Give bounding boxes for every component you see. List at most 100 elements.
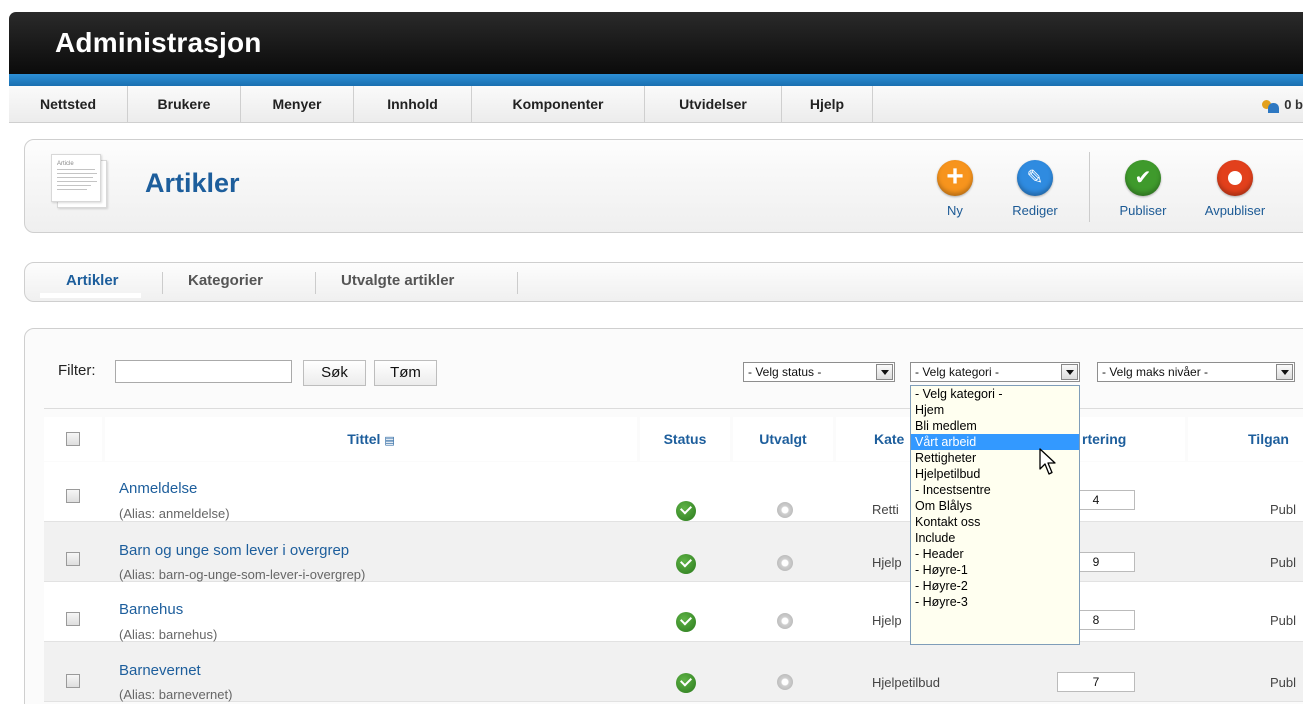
filter-label: Filter:	[58, 362, 96, 379]
tab-divider	[315, 272, 316, 294]
new-button[interactable]: + Ny	[915, 152, 995, 222]
article-access: Publ	[1270, 502, 1297, 517]
tab-artikler[interactable]: Artikler	[40, 272, 140, 298]
column-header-title[interactable]: Tittel ▤	[105, 417, 637, 461]
tab-divider	[517, 272, 518, 294]
filter-divider	[44, 408, 1303, 409]
submenu-tabs: Artikler Kategorier Utvalgte artikler	[24, 262, 1303, 302]
article-category: Hjelp	[872, 555, 902, 570]
column-header-status[interactable]: Status	[640, 417, 730, 461]
select-all-header	[44, 417, 102, 461]
article-manager-icon: Article	[49, 152, 111, 212]
edit-button-label: Rediger	[1012, 203, 1058, 218]
row-checkbox[interactable]	[66, 489, 80, 503]
not-featured-icon[interactable]	[777, 502, 793, 518]
category-select-value: - Velg kategori -	[915, 365, 1000, 379]
category-option[interactable]: - Høyre-1	[911, 562, 1079, 578]
category-option[interactable]: Include	[911, 530, 1079, 546]
column-header-access[interactable]: Tilgan	[1188, 417, 1303, 461]
menu-item-menyer[interactable]: Menyer	[241, 86, 354, 123]
column-header-featured[interactable]: Utvalgt	[733, 417, 833, 461]
menu-item-brukere[interactable]: Brukere	[128, 86, 241, 123]
article-access: Publ	[1270, 675, 1297, 690]
level-select-value: - Velg maks nivåer -	[1102, 365, 1209, 379]
chevron-down-icon[interactable]	[1061, 364, 1078, 380]
clear-button[interactable]: Tøm	[374, 360, 437, 386]
not-featured-icon[interactable]	[777, 613, 793, 629]
mouse-pointer-icon	[1039, 448, 1056, 475]
status-select[interactable]: - Velg status -	[743, 362, 895, 382]
category-option[interactable]: Kontakt oss	[911, 514, 1079, 530]
page-title: Artikler	[145, 168, 240, 198]
sort-icon: ▤	[384, 435, 395, 447]
admin-title: Administrasjon	[55, 27, 262, 58]
category-option[interactable]: - Høyre-2	[911, 578, 1079, 594]
category-option[interactable]: Hjem	[911, 402, 1079, 418]
search-button[interactable]: Søk	[303, 360, 366, 386]
chevron-down-icon[interactable]	[1276, 364, 1293, 380]
article-title-link[interactable]: Barn og unge som lever i overgrep	[119, 542, 349, 559]
plus-icon: +	[937, 160, 973, 196]
title-header-label: Tittel	[347, 431, 381, 447]
not-featured-icon[interactable]	[777, 674, 793, 690]
not-featured-icon[interactable]	[777, 555, 793, 571]
toolbar-separator	[1089, 152, 1090, 222]
check-icon: ✔	[1125, 160, 1161, 196]
category-option[interactable]: - Velg kategori -	[911, 386, 1079, 402]
new-button-label: Ny	[947, 203, 963, 218]
logged-in-count: 0 b	[1284, 97, 1303, 112]
menu-item-komponenter[interactable]: Komponenter	[472, 86, 645, 123]
users-icon	[1262, 99, 1280, 113]
article-icon-label: Article	[57, 161, 74, 167]
category-option[interactable]: Bli medlem	[911, 418, 1079, 434]
logged-in-users[interactable]: 0 b	[1262, 86, 1303, 123]
article-title-link[interactable]: Barnevernet	[119, 662, 201, 679]
status-select-value: - Velg status -	[748, 365, 822, 379]
menu-item-nettsted[interactable]: Nettsted	[9, 86, 128, 123]
article-title-link[interactable]: Anmeldelse	[119, 480, 197, 497]
tab-utvalgte-artikler[interactable]: Utvalgte artikler	[341, 272, 454, 289]
published-check-icon[interactable]	[676, 554, 696, 574]
unpublish-circle-icon	[1217, 160, 1253, 196]
edit-button[interactable]: ✎ Rediger	[995, 152, 1075, 222]
admin-header: Administrasjon	[9, 12, 1303, 74]
publish-button[interactable]: ✔ Publiser	[1103, 152, 1183, 222]
unpublish-button[interactable]: Avpubliser	[1195, 152, 1275, 222]
published-check-icon[interactable]	[676, 501, 696, 521]
publish-button-label: Publiser	[1119, 203, 1167, 218]
menu-item-innhold[interactable]: Innhold	[354, 86, 472, 123]
article-category: Retti	[872, 502, 899, 517]
article-access: Publ	[1270, 555, 1297, 570]
article-alias: (Alias: barnehus)	[119, 627, 218, 642]
article-category: Hjelp	[872, 613, 902, 628]
menu-item-hjelp[interactable]: Hjelp	[782, 86, 873, 123]
category-select[interactable]: - Velg kategori -	[910, 362, 1080, 382]
category-option[interactable]: - Incestsentre	[911, 482, 1079, 498]
menu-item-utvidelser[interactable]: Utvidelser	[645, 86, 782, 123]
published-check-icon[interactable]	[676, 612, 696, 632]
ordering-input[interactable]: 7	[1057, 672, 1135, 692]
select-all-checkbox[interactable]	[66, 432, 80, 446]
article-access: Publ	[1270, 613, 1297, 628]
row-checkbox[interactable]	[66, 552, 80, 566]
main-menu: Nettsted Brukere Menyer Innhold Komponen…	[9, 86, 1303, 123]
category-option[interactable]: Om Blålys	[911, 498, 1079, 514]
article-alias: (Alias: barn-og-unge-som-lever-i-overgre…	[119, 567, 366, 582]
row-checkbox[interactable]	[66, 674, 80, 688]
article-alias: (Alias: anmeldelse)	[119, 506, 230, 521]
row-checkbox[interactable]	[66, 612, 80, 626]
category-option[interactable]: - Header	[911, 546, 1079, 562]
toolbar-panel: Article Artikler + Ny ✎ Rediger ✔ Publis…	[24, 139, 1303, 233]
pencil-icon: ✎	[1017, 160, 1053, 196]
category-dropdown-list: - Velg kategori - Hjem Bli medlem Vårt a…	[910, 385, 1080, 645]
category-option[interactable]: - Høyre-3	[911, 594, 1079, 610]
level-select[interactable]: - Velg maks nivåer -	[1097, 362, 1295, 382]
article-title-link[interactable]: Barnehus	[119, 601, 183, 618]
chevron-down-icon[interactable]	[876, 364, 893, 380]
unpublish-button-label: Avpubliser	[1204, 203, 1266, 218]
article-alias: (Alias: barnevernet)	[119, 687, 233, 702]
published-check-icon[interactable]	[676, 673, 696, 693]
header-accent-bar	[9, 74, 1303, 86]
filter-search-input[interactable]	[115, 360, 292, 383]
tab-kategorier[interactable]: Kategorier	[188, 272, 263, 289]
